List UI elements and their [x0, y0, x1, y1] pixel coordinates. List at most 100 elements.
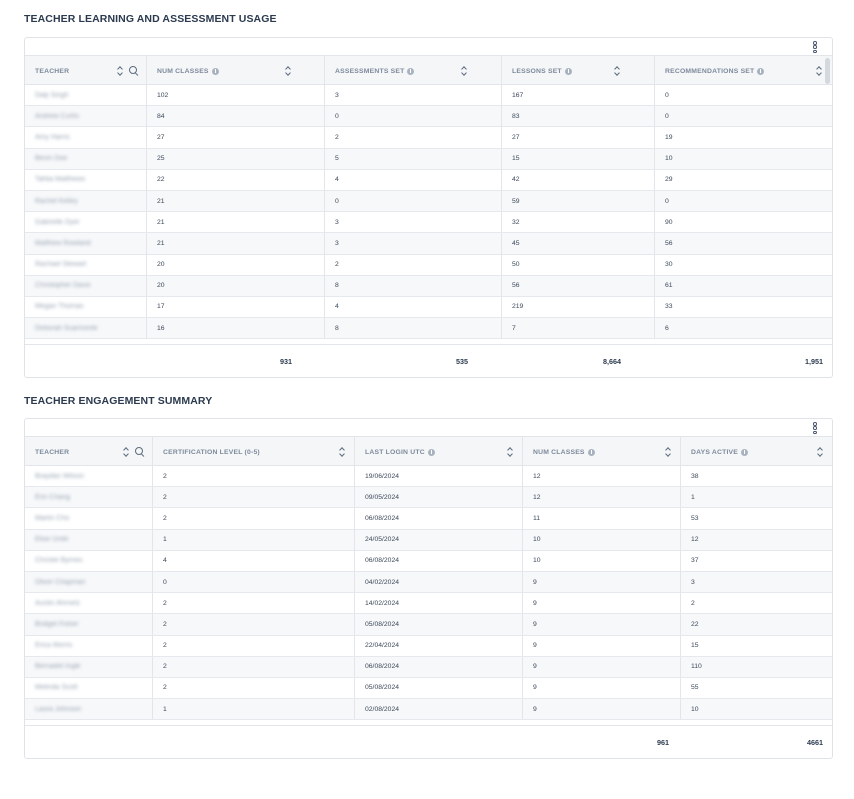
table-row[interactable]: Braydan Wilson 2 19/06/2024 12 38 [25, 466, 832, 488]
cell-value: 0 [163, 578, 167, 586]
table-cell: 30 [655, 255, 832, 275]
cell-value: 8 [335, 282, 339, 290]
table-cell: 21 [147, 233, 325, 254]
search-teacher-icon[interactable] [129, 66, 139, 76]
cell-value: 21 [157, 239, 165, 247]
table-cell: 56 [655, 233, 832, 253]
table-row[interactable]: Matthew Rowland 21 3 45 56 [25, 233, 832, 255]
table-cell: 2 [681, 593, 832, 613]
sort-last-login-icon[interactable] [507, 447, 513, 457]
col-num-classes[interactable]: NUM CLASSES [147, 56, 325, 86]
teacher-name: Deborah Scarmonte [35, 324, 98, 332]
sort-num-classes-icon[interactable] [665, 447, 671, 457]
cell-value: 14/02/2024 [365, 599, 400, 607]
info-icon[interactable] [427, 448, 435, 456]
cell-value: 2 [163, 684, 167, 692]
table-row[interactable]: Megan Thomas 17 4 219 33 [25, 296, 832, 319]
col-num-classes[interactable]: NUM CLASSES [523, 437, 681, 467]
teacher-name-cell: Rachel Kelley [25, 190, 147, 212]
usage-section-title: TEACHER LEARNING AND ASSESSMENT USAGE [24, 13, 277, 25]
teacher-name: Melinda Scott [35, 684, 78, 692]
usage-menu-icon[interactable] [812, 41, 818, 53]
table-cell: 8 [325, 318, 502, 339]
sort-teacher-icon[interactable] [117, 66, 123, 76]
header-scrollbar[interactable] [825, 58, 830, 84]
table-row[interactable]: Austin Ahrnetz 2 14/02/2024 9 2 [25, 593, 832, 615]
teacher-name-cell: Braydan Wilson [25, 466, 153, 487]
teacher-name-cell: Oliver Chapman [25, 571, 153, 593]
cell-value: 27 [512, 133, 520, 141]
teacher-name-cell: Dalji Singh [25, 85, 147, 106]
table-cell: 50 [502, 254, 655, 275]
cell-value: 22 [157, 176, 165, 184]
engagement-menu-icon[interactable] [812, 422, 818, 434]
engagement-table-header: TEACHER CERTIFICATION LEVEL (0-5) LAST L… [25, 436, 832, 467]
search-teacher-icon[interactable] [135, 447, 145, 457]
cell-value: 53 [691, 514, 699, 522]
table-row[interactable]: Martin Cho 2 06/08/2024 11 53 [25, 508, 832, 530]
col-teacher[interactable]: TEACHER [25, 437, 153, 467]
cell-value: 56 [512, 282, 520, 290]
table-cell: 45 [502, 233, 655, 254]
table-cell: 12 [523, 466, 681, 487]
sort-teacher-icon[interactable] [123, 447, 129, 457]
info-icon[interactable] [407, 67, 415, 75]
engagement-table-card: TEACHER CERTIFICATION LEVEL (0-5) LAST L… [24, 418, 833, 759]
table-row[interactable]: Christie Byrnes 4 06/08/2024 10 37 [25, 550, 832, 572]
total-assessments-set: 535 [456, 357, 468, 366]
table-row[interactable]: Melinda Scott 2 05/08/2024 9 55 [25, 677, 832, 700]
table-row[interactable]: Rachel Kelley 21 0 59 0 [25, 190, 832, 213]
info-icon[interactable] [211, 67, 219, 75]
col-certification-level[interactable]: CERTIFICATION LEVEL (0-5) [153, 437, 355, 467]
cell-value: 2 [163, 514, 167, 522]
col-lessons-set[interactable]: LESSONS SET [502, 56, 655, 86]
col-last-login[interactable]: LAST LOGIN UTC [355, 437, 523, 467]
table-row[interactable]: Bridget Fisher 2 05/08/2024 9 22 [25, 614, 832, 636]
table-row[interactable]: Andrew Curtis 84 0 83 0 [25, 106, 832, 128]
teacher-name-cell: Christie Byrnes [25, 550, 153, 571]
info-icon[interactable] [587, 448, 595, 456]
table-row[interactable]: Rachael Stewart 20 2 50 30 [25, 254, 832, 276]
sort-recommendations-set-icon[interactable] [816, 66, 822, 76]
table-cell: 0 [655, 85, 832, 105]
sort-assessments-set-icon[interactable] [461, 66, 467, 76]
table-row[interactable]: Gabrielle Dyer 21 3 32 90 [25, 212, 832, 234]
table-row[interactable]: Oliver Chapman 0 04/02/2024 9 3 [25, 571, 832, 594]
info-icon[interactable] [741, 448, 749, 456]
table-cell: 2 [153, 508, 355, 529]
info-icon[interactable] [757, 67, 765, 75]
col-teacher-label: TEACHER [35, 67, 70, 75]
table-row[interactable]: Elise Unite 1 24/05/2024 10 12 [25, 529, 832, 551]
table-row[interactable]: Erin Chang 2 09/05/2024 12 1 [25, 487, 832, 509]
sort-num-classes-icon[interactable] [285, 66, 291, 76]
table-row[interactable]: Deborah Scarmonte 16 8 7 6 [25, 318, 832, 340]
teacher-name: Laura Johnson [35, 705, 82, 713]
table-cell: 3 [325, 233, 502, 254]
cell-value: 25 [157, 155, 165, 163]
col-assessments-set[interactable]: ASSESSMENTS SET [325, 56, 502, 86]
table-row[interactable]: Laura Johnson 1 02/08/2024 9 10 [25, 699, 832, 721]
teacher-name-cell: Martin Cho [25, 508, 153, 529]
sort-lessons-set-icon[interactable] [614, 66, 620, 76]
table-cell: 0 [153, 571, 355, 593]
table-row[interactable]: Bevin Doe 25 5 15 10 [25, 148, 832, 170]
col-recommendations-set[interactable]: RECOMMENDATIONS SET [655, 56, 825, 86]
col-days-active[interactable]: DAYS ACTIVE [681, 437, 832, 467]
sort-days-active-icon[interactable] [817, 447, 823, 457]
table-cell: 9 [523, 635, 681, 656]
table-row[interactable]: Erica Morris 2 22/04/2024 9 15 [25, 635, 832, 657]
cell-value: 9 [533, 663, 537, 671]
table-cell: 22/04/2024 [355, 635, 523, 656]
table-cell: 83 [502, 106, 655, 127]
table-row[interactable]: Christopher Davis 20 8 56 61 [25, 275, 832, 297]
table-row[interactable]: Amy Harris 27 2 27 19 [25, 127, 832, 149]
table-cell: 2 [153, 593, 355, 614]
teacher-name: Andrew Curtis [35, 112, 79, 120]
table-cell: 219 [502, 296, 655, 318]
cell-value: 4 [335, 176, 339, 184]
table-row[interactable]: Bernadet Ingle 2 06/08/2024 9 110 [25, 656, 832, 678]
sort-certification-level-icon[interactable] [339, 447, 345, 457]
info-icon[interactable] [564, 67, 572, 75]
table-row[interactable]: Dalji Singh 102 3 167 0 [25, 85, 832, 107]
table-row[interactable]: Tahlia Matthews 22 4 42 29 [25, 169, 832, 191]
